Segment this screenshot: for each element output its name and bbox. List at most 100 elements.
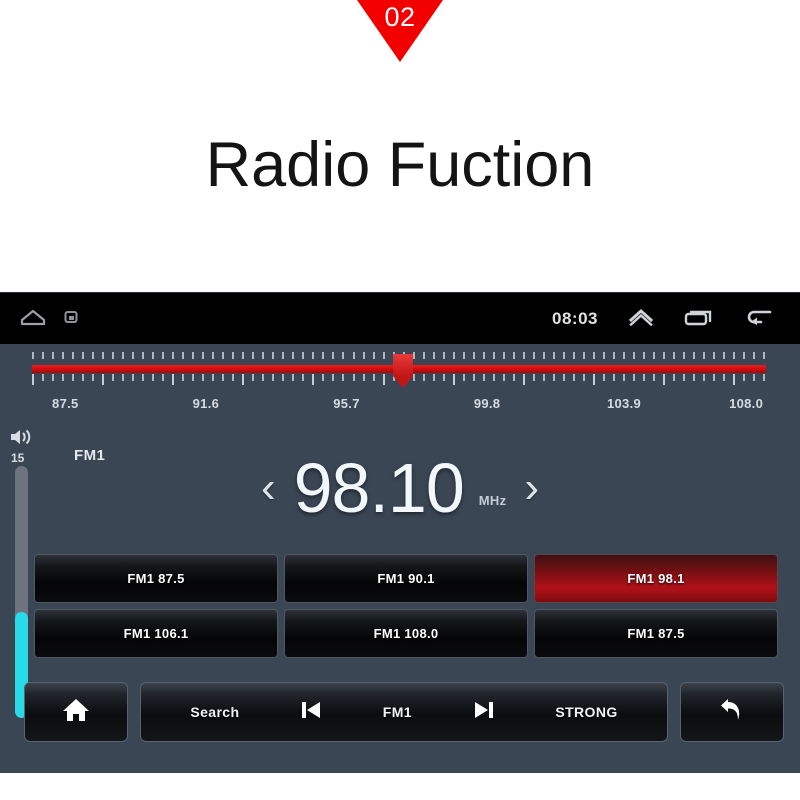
ruler-tick	[562, 352, 565, 359]
ruler-tick	[693, 352, 696, 359]
ruler-tick	[222, 374, 225, 381]
ruler-tick	[382, 374, 385, 385]
ruler-tick	[162, 374, 165, 381]
ruler-tick	[652, 352, 655, 359]
ruler-tick	[632, 352, 635, 359]
ruler-tick	[322, 352, 325, 359]
ruler-tick	[192, 352, 195, 359]
ruler-tick	[82, 374, 85, 381]
ruler-tick	[92, 352, 95, 359]
preset-button[interactable]: FM1 90.1	[284, 554, 528, 603]
skip-previous-icon[interactable]	[298, 697, 324, 728]
ruler-tick	[492, 374, 495, 381]
ruler-tick	[132, 352, 135, 359]
search-button[interactable]: Search	[190, 704, 239, 720]
ruler-tick	[152, 352, 155, 359]
preset-button[interactable]: FM1 87.5	[34, 554, 278, 603]
home-button[interactable]	[24, 682, 128, 742]
ruler-tick	[122, 352, 125, 359]
ruler-tick	[492, 352, 495, 359]
ruler-tick	[462, 352, 465, 359]
ruler-tick	[142, 352, 145, 359]
ruler-tick	[42, 352, 45, 359]
ruler-tick	[713, 374, 716, 381]
skip-next-icon[interactable]	[471, 697, 497, 728]
ruler-tick	[723, 374, 726, 381]
ruler-tick	[422, 352, 425, 359]
ruler-tick	[482, 374, 485, 381]
step-badge-wrapper: 02	[0, 0, 800, 62]
ruler-tick	[272, 374, 275, 381]
ruler-scale-label: 103.9	[606, 396, 642, 411]
ruler-tick	[382, 352, 385, 359]
band-button[interactable]: FM1	[383, 704, 412, 720]
next-frequency-button[interactable]: ›	[518, 466, 545, 510]
frequency-ruler[interactable]	[32, 352, 766, 390]
ruler-tick	[743, 374, 746, 381]
ruler-tick	[422, 374, 425, 381]
ruler-tick	[693, 374, 696, 381]
app-square-icon[interactable]	[64, 310, 78, 329]
ruler-tick	[352, 374, 355, 381]
ruler-tick	[62, 374, 65, 381]
ruler-tick	[703, 352, 706, 359]
ruler-tick	[372, 374, 375, 381]
ruler-tick	[662, 352, 665, 359]
status-bar-clock: 08:03	[552, 309, 598, 328]
ruler-scale-label: 99.8	[473, 396, 501, 411]
chevron-up-icon[interactable]	[628, 308, 654, 331]
ruler-tick	[192, 374, 195, 381]
ruler-tick	[602, 352, 605, 359]
ruler-tick	[612, 374, 615, 381]
ruler-tick	[552, 352, 555, 359]
back-arrow-icon[interactable]	[744, 308, 774, 331]
home-outline-icon[interactable]	[20, 308, 46, 331]
ruler-tick	[472, 374, 475, 381]
preset-button[interactable]: FM1 108.0	[284, 609, 528, 658]
status-bar-left-group	[20, 293, 78, 345]
ruler-thumb[interactable]	[392, 354, 413, 388]
ruler-tick	[512, 374, 515, 381]
ruler-thumb-body	[392, 354, 413, 376]
ruler-tick	[592, 374, 595, 385]
signal-strength-button[interactable]: STRONG	[555, 704, 617, 720]
ruler-tick	[362, 352, 365, 359]
recents-icon[interactable]	[684, 308, 714, 331]
ruler-tick	[302, 374, 305, 381]
ruler-tick	[182, 352, 185, 359]
ruler-tick	[642, 352, 645, 359]
ruler-tick	[212, 352, 215, 359]
ruler-tick	[42, 374, 45, 381]
preset-button[interactable]: FM1 106.1	[34, 609, 278, 658]
ruler-tick	[142, 374, 145, 381]
ruler-tick	[652, 374, 655, 381]
ruler-tick	[282, 352, 285, 359]
ruler-tick	[412, 352, 415, 359]
preset-button[interactable]: FM1 87.5	[534, 609, 778, 658]
ruler-tick	[713, 352, 716, 359]
ruler-tick	[302, 352, 305, 359]
ruler-tick	[272, 352, 275, 359]
ruler-tick	[753, 374, 756, 381]
ruler-tick	[312, 352, 315, 359]
ruler-tick	[733, 374, 736, 385]
ruler-tick	[122, 374, 125, 381]
ruler-tick	[52, 352, 55, 359]
home-solid-icon	[61, 696, 91, 729]
ruler-tick	[763, 352, 766, 359]
ruler-tick	[312, 374, 315, 385]
ruler-tick	[102, 352, 105, 359]
ruler-tick	[182, 374, 185, 381]
return-button[interactable]	[680, 682, 784, 742]
ruler-tick	[32, 374, 34, 385]
ruler-tick	[582, 352, 585, 359]
ruler-tick	[763, 374, 766, 381]
frequency-unit: MHz	[478, 493, 507, 508]
ruler-tick	[733, 352, 736, 359]
ruler-tick	[572, 352, 575, 359]
ruler-tick	[432, 374, 435, 381]
preset-button-active[interactable]: FM1 98.1	[534, 554, 778, 603]
ruler-tick	[292, 352, 295, 359]
prev-frequency-button[interactable]: ‹	[255, 466, 282, 510]
ruler-tick	[292, 374, 295, 381]
